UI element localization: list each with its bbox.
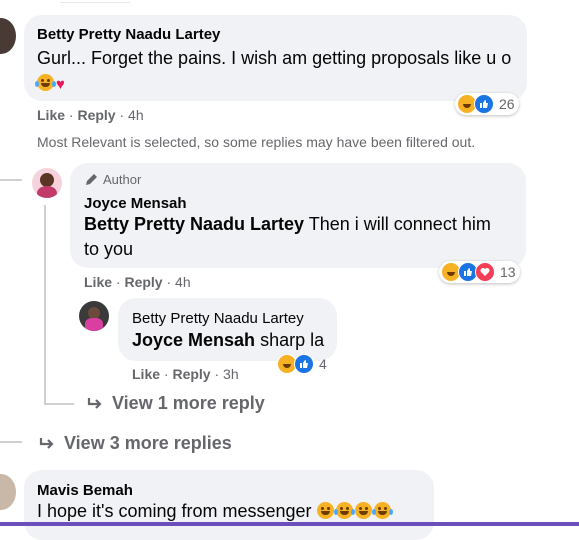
- bottom-accent-bar: [0, 522, 579, 526]
- previous-content-remnant: [60, 0, 130, 3]
- grinning-emoji-icon: [316, 502, 334, 519]
- mention-link[interactable]: Betty Pretty Naadu Lartey: [84, 214, 304, 234]
- reaction-count: 4: [319, 356, 327, 372]
- tears-of-joy-emoji-icon: [333, 502, 355, 519]
- reply-arrow-icon: [39, 437, 54, 449]
- hearts-emoji-icon: ♥: [56, 76, 65, 93]
- reply-link[interactable]: Reply: [172, 366, 210, 382]
- reaction-summary[interactable]: 4: [275, 353, 331, 375]
- like-link[interactable]: Like: [132, 366, 160, 382]
- reaction-count: 26: [499, 96, 515, 112]
- reply-text: Joyce Mensah sharp la: [132, 328, 324, 353]
- comment-body: Gurl... Forget the pains. I wish am gett…: [37, 48, 512, 68]
- reaction-count: 13: [500, 264, 516, 280]
- like-reaction-icon: [474, 94, 494, 114]
- reply-body: sharp la: [255, 330, 325, 350]
- mention-link[interactable]: Joyce Mensah: [132, 330, 255, 350]
- reply-bubble: Author Joyce Mensah Betty Pretty Naadu L…: [70, 163, 526, 268]
- view-more-reply-link[interactable]: View 1 more reply: [86, 393, 265, 414]
- reply-bubble: Betty Pretty Naadu Lartey Joyce Mensah s…: [118, 298, 337, 361]
- avatar[interactable]: [0, 474, 16, 510]
- reply-text: Betty Pretty Naadu Lartey Then i will co…: [84, 212, 504, 262]
- pencil-icon: [86, 173, 97, 185]
- comment-author[interactable]: Mavis Bemah: [37, 482, 133, 499]
- like-reaction-icon: [294, 354, 314, 374]
- avatar[interactable]: [0, 18, 16, 54]
- timestamp[interactable]: 3h: [223, 366, 239, 382]
- author-badge-label: Author: [103, 172, 142, 187]
- grinning-emoji-icon: [354, 502, 372, 519]
- thread-line: [44, 205, 46, 405]
- like-link[interactable]: Like: [84, 274, 112, 290]
- timestamp[interactable]: 4h: [175, 274, 191, 290]
- tears-of-joy-emoji-icon: [35, 74, 56, 91]
- reply-author[interactable]: Betty Pretty Naadu Lartey: [132, 310, 304, 327]
- thread-line: [44, 403, 74, 405]
- tears-of-joy-emoji-icon: [371, 502, 393, 519]
- thread-line: [0, 441, 22, 443]
- avatar[interactable]: [32, 168, 62, 198]
- reaction-summary[interactable]: 13: [439, 261, 520, 283]
- filter-notice: Most Relevant is selected, so some repli…: [37, 134, 476, 150]
- reply-author[interactable]: Joyce Mensah: [84, 195, 187, 212]
- reply-link[interactable]: Reply: [77, 107, 115, 123]
- reply-arrow-icon: [87, 397, 102, 409]
- comment-text: I hope it's coming from messenger: [37, 499, 393, 524]
- view-more-replies-link[interactable]: View 3 more replies: [38, 433, 232, 454]
- avatar[interactable]: [79, 301, 109, 331]
- like-link[interactable]: Like: [37, 107, 65, 123]
- view-more-reply-label: View 1 more reply: [112, 393, 265, 413]
- comment-body: I hope it's coming from messenger: [37, 501, 312, 521]
- comment-text: Gurl... Forget the pains. I wish am gett…: [35, 46, 522, 97]
- love-reaction-icon: [475, 262, 495, 282]
- reaction-summary[interactable]: 26: [455, 93, 519, 115]
- thread-line: [0, 179, 22, 181]
- view-more-replies-label: View 3 more replies: [64, 433, 232, 453]
- timestamp[interactable]: 4h: [128, 107, 144, 123]
- comment-author[interactable]: Betty Pretty Naadu Lartey: [37, 26, 220, 43]
- author-badge: Author: [84, 172, 141, 187]
- reply-actions: Like · Reply · 4h: [84, 274, 191, 290]
- reply-link[interactable]: Reply: [124, 274, 162, 290]
- comment-bubble: Mavis Bemah I hope it's coming from mess…: [24, 470, 434, 540]
- comment-bubble: Betty Pretty Naadu Lartey Gurl... Forget…: [24, 15, 527, 101]
- comment-actions: Like · Reply · 4h: [37, 107, 144, 123]
- reply-actions: Like · Reply · 3h: [132, 366, 239, 382]
